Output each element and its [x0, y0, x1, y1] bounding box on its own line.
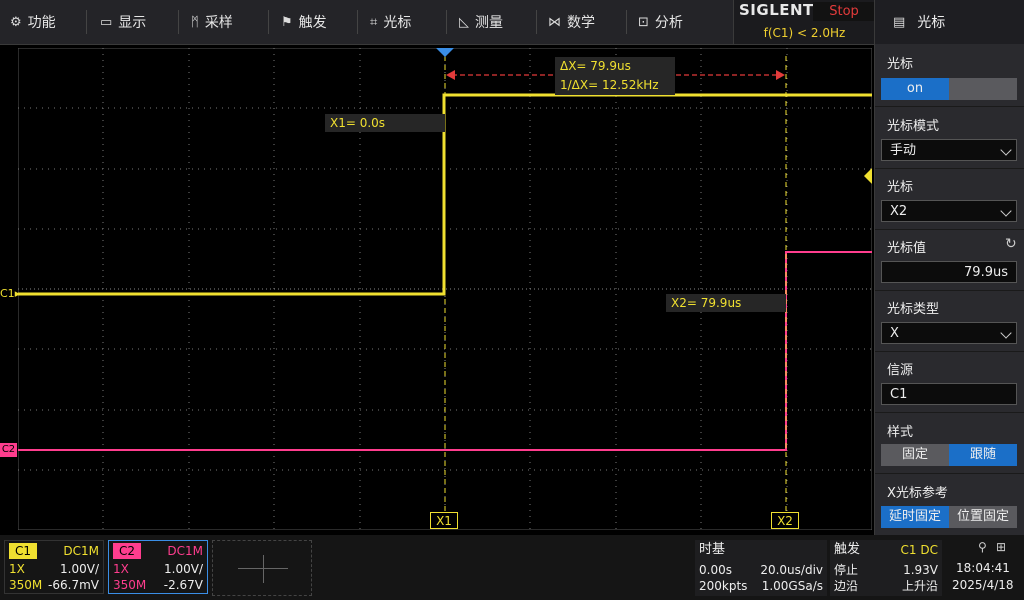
frequency-counter: f(C1) < 2.0Hz	[763, 26, 846, 40]
delta-readout-box: ΔX= 79.9us 1/ΔX= 12.52kHz	[555, 57, 675, 95]
refresh-icon[interactable]: ↻	[1005, 236, 1017, 252]
cursor-mode-label: 光标模式	[887, 119, 940, 134]
xref-delay-button[interactable]: 延时固定	[881, 506, 949, 528]
timebase-title: 时基	[699, 542, 726, 557]
menu-measure[interactable]: ◺ 测量	[459, 0, 503, 44]
timebase-box[interactable]: 时基 0.00s 20.0us/div 200kpts 1.00GSa/s	[695, 540, 827, 596]
c2-coupling: DC1M	[167, 544, 203, 558]
cursor-label: 光标	[887, 57, 914, 72]
c1-bandwidth: 350M	[9, 578, 43, 592]
timebase-delay: 0.00s	[699, 563, 732, 577]
trigger-type: 边沿	[834, 579, 859, 593]
network-icon: ⊞	[996, 540, 1007, 554]
inv-delta-x-value: 1/ΔX= 12.52kHz	[560, 78, 659, 92]
xref-label: X光标参考	[887, 486, 948, 501]
x1-readout: X1= 0.0s	[325, 114, 445, 132]
c1-offset-marker[interactable]: C1▸	[0, 287, 20, 301]
math-icon: ⋈	[548, 14, 561, 30]
usb-icon: ⚲	[978, 540, 987, 554]
menu-utility[interactable]: ⚙ 功能	[10, 0, 56, 44]
memory-depth: 200kpts	[699, 579, 748, 593]
clock-date: 2025/4/18	[952, 578, 1014, 592]
menu-math[interactable]: ⋈ 数学	[548, 0, 595, 44]
menu-cursors[interactable]: ⌗ 光标	[370, 0, 411, 44]
menu-analysis[interactable]: ⊡ 分析	[638, 0, 683, 44]
waveform-grid[interactable]	[18, 48, 872, 530]
c1-probe: 1X	[9, 562, 25, 576]
cursor-select-label: 光标	[887, 180, 914, 195]
system-status: ⚲ ⊞ 18:04:41 2025/4/18	[946, 540, 1022, 596]
cursor-menu-icon: ▤	[893, 14, 906, 30]
flag-icon: ⚑	[281, 14, 293, 30]
chevron-down-icon	[1000, 327, 1012, 339]
trigger-source: C1 DC	[900, 543, 938, 557]
menu-acquire[interactable]: ᛗ 采样	[191, 0, 233, 44]
brand-status: SIGLENT Stop f(C1) < 2.0Hz	[733, 0, 875, 44]
c2-name: C2	[113, 543, 142, 559]
cursor-type-label: 光标类型	[887, 302, 940, 317]
c2-offset-marker[interactable]: C2	[0, 443, 17, 457]
source-field[interactable]: C1	[881, 383, 1017, 405]
c2-offset: -2.67V	[163, 578, 203, 592]
c1-offset: -66.7mV	[48, 578, 99, 592]
x1-tag[interactable]: X1	[430, 512, 458, 529]
acquire-icon: ᛗ	[191, 14, 199, 30]
menu-display[interactable]: ▭ 显示	[100, 0, 146, 44]
menu-trigger[interactable]: ⚑ 触发	[281, 0, 327, 44]
chevron-down-icon	[1000, 144, 1012, 156]
analysis-icon: ⊡	[638, 14, 649, 30]
panel-title: 光标	[917, 15, 946, 31]
cursor-panel: ▤ 光标 光标 on 光标模式 手动 光标 X2 光标值 ↻ 79.9us 光标…	[874, 0, 1024, 535]
style-track-button[interactable]: 跟随	[949, 444, 1017, 466]
sample-rate: 1.00GSa/s	[761, 579, 823, 593]
c2-probe: 1X	[113, 562, 129, 576]
c2-bandwidth: 350M	[113, 578, 147, 592]
panel-header: ▤ 光标	[875, 0, 1024, 44]
xref-position-button[interactable]: 位置固定	[949, 506, 1017, 528]
cursor-value-field[interactable]: 79.9us	[881, 261, 1017, 283]
run-state-badge[interactable]: Stop	[813, 2, 875, 21]
cursor-off-toggle[interactable]	[949, 78, 1017, 100]
cursor-type-select[interactable]: X	[881, 322, 1017, 344]
c1-scale: 1.00V/	[60, 562, 99, 576]
gear-icon: ⚙	[10, 14, 22, 30]
style-label: 样式	[887, 425, 914, 440]
cursor-on-toggle[interactable]: on	[881, 78, 949, 100]
trigger-level: 1.93V	[903, 563, 938, 577]
c2-channel-box[interactable]: C2 DC1M 1X 1.00V/ 350M -2.67V	[108, 540, 208, 594]
add-channel-slot[interactable]	[212, 540, 312, 596]
trigger-slope: 上升沿	[901, 579, 938, 593]
cursor-select[interactable]: X2	[881, 200, 1017, 222]
c2-scale: 1.00V/	[164, 562, 203, 576]
x2-tag[interactable]: X2	[771, 512, 799, 529]
c1-coupling: DC1M	[63, 544, 99, 558]
timebase-scale: 20.0us/div	[760, 563, 823, 577]
trigger-box[interactable]: 触发 C1 DC 停止 1.93V 边沿 上升沿	[830, 540, 942, 596]
cursor-mode-select[interactable]: 手动	[881, 139, 1017, 161]
delta-x-value: ΔX= 79.9us	[560, 59, 631, 73]
cursor-value-label: 光标值	[887, 241, 927, 256]
clock-time: 18:04:41	[956, 561, 1010, 575]
style-fixed-button[interactable]: 固定	[881, 444, 949, 466]
trigger-mode: 停止	[834, 563, 859, 577]
trigger-title: 触发	[834, 542, 861, 557]
chevron-down-icon	[1000, 205, 1012, 217]
c1-channel-box[interactable]: C1 DC1M 1X 1.00V/ 350M -66.7mV	[4, 540, 104, 594]
x2-readout: X2= 79.9us	[666, 294, 786, 312]
crosshair-icon: ⌗	[370, 14, 378, 30]
c1-name: C1	[9, 543, 38, 559]
monitor-icon: ▭	[100, 14, 113, 30]
source-label: 信源	[887, 363, 914, 378]
measure-icon: ◺	[459, 14, 469, 30]
siglent-logo: SIGLENT	[739, 1, 814, 19]
